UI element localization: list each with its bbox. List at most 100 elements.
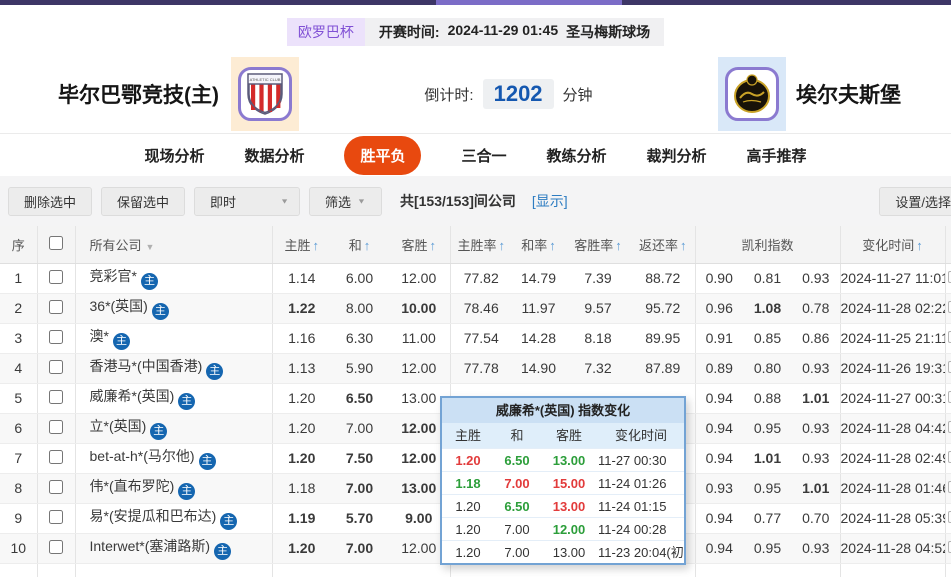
delete-selected-button[interactable]: 删除选中 bbox=[8, 187, 92, 216]
home-odds[interactable]: 1.20 bbox=[272, 533, 331, 563]
table-header-row: 序 所有公司▼ 主胜↑ 和↑ 客胜↑ 主胜率↑ 和率↑ 客胜率↑ 返还率↑ 凯利… bbox=[0, 226, 951, 263]
company-name[interactable]: 澳*主 bbox=[75, 323, 272, 353]
draw-odds[interactable]: 7.50 bbox=[331, 443, 388, 473]
kelly-home: 0.94 bbox=[695, 503, 743, 533]
row-checkbox[interactable] bbox=[49, 540, 63, 554]
sort-up-icon: ↑ bbox=[549, 238, 556, 253]
company-name[interactable]: 香港马*(中国香港)主 bbox=[75, 353, 272, 383]
trend-chart-icon[interactable] bbox=[945, 383, 951, 413]
trend-chart-icon[interactable] bbox=[945, 413, 951, 443]
popup-home-odds: 1.20 bbox=[442, 449, 494, 471]
away-rate: 9.57 bbox=[565, 293, 631, 323]
home-odds[interactable]: 1.14 bbox=[272, 263, 331, 293]
nav-tab-2[interactable]: 胜平负 bbox=[344, 136, 421, 175]
settings-button[interactable]: 设置/选择 bbox=[879, 187, 951, 216]
home-odds[interactable]: 1.19 bbox=[272, 503, 331, 533]
draw-odds[interactable]: 7.00 bbox=[331, 413, 388, 443]
home-badge-icon: 主 bbox=[206, 363, 223, 380]
home-odds[interactable]: 1.18 bbox=[272, 473, 331, 503]
company-name[interactable]: 威廉希*(英国)主 bbox=[75, 383, 272, 413]
company-name[interactable]: 竞彩官*主 bbox=[75, 263, 272, 293]
payout-rate: 87.89 bbox=[631, 353, 695, 383]
home-odds[interactable]: 1.22 bbox=[272, 293, 331, 323]
away-odds[interactable]: 12.00 bbox=[388, 353, 450, 383]
draw-odds[interactable]: 7.00 bbox=[331, 533, 388, 563]
row-checkbox[interactable] bbox=[49, 450, 63, 464]
company-name[interactable]: 立*(英国)主 bbox=[75, 413, 272, 443]
row-checkbox[interactable] bbox=[49, 480, 63, 494]
kelly-draw: 1.08 bbox=[743, 293, 792, 323]
filter-button[interactable]: 筛选 ▼ bbox=[309, 187, 382, 216]
select-all-checkbox[interactable] bbox=[49, 236, 63, 250]
popup-col-away: 客胜 bbox=[540, 423, 598, 448]
col-header-away[interactable]: 客胜↑ bbox=[388, 226, 450, 263]
popup-change-time: 11-24 00:28 bbox=[598, 518, 684, 540]
trend-chart-icon[interactable] bbox=[945, 353, 951, 383]
instant-select[interactable]: 即时 ▼ bbox=[194, 187, 300, 216]
league-badge[interactable]: 欧罗巴杯 bbox=[287, 18, 365, 46]
kelly-away: 1.01 bbox=[792, 383, 840, 413]
home-odds[interactable]: 1.20 bbox=[272, 413, 331, 443]
col-header-time[interactable]: 变化时间↑ bbox=[840, 226, 945, 263]
col-header-company[interactable]: 所有公司▼ bbox=[75, 226, 272, 263]
top-progress-thumb[interactable] bbox=[436, 0, 622, 5]
kickoff-label: 开赛时间: bbox=[379, 22, 440, 42]
col-header-draw-rate[interactable]: 和率↑ bbox=[512, 226, 565, 263]
nav-tab-6[interactable]: 高手推荐 bbox=[747, 145, 807, 166]
draw-odds[interactable]: 7.00 bbox=[331, 473, 388, 503]
col-header-no: 序 bbox=[0, 226, 37, 263]
keep-selected-button[interactable]: 保留选中 bbox=[101, 187, 185, 216]
trend-chart-icon[interactable] bbox=[945, 323, 951, 353]
col-header-away-rate[interactable]: 客胜率↑ bbox=[565, 226, 631, 263]
popup-home-odds: 1.20 bbox=[442, 518, 494, 540]
col-header-actions bbox=[945, 226, 951, 263]
nav-tab-5[interactable]: 裁判分析 bbox=[647, 145, 707, 166]
trend-chart-icon[interactable] bbox=[945, 263, 951, 293]
row-checkbox[interactable] bbox=[49, 360, 63, 374]
company-name[interactable]: 36*(英国)主 bbox=[75, 293, 272, 323]
table-row-partial bbox=[0, 563, 951, 577]
row-checkbox[interactable] bbox=[49, 300, 63, 314]
draw-odds[interactable]: 6.30 bbox=[331, 323, 388, 353]
draw-odds[interactable]: 8.00 bbox=[331, 293, 388, 323]
company-name[interactable]: bet-at-h*(马尔他)主 bbox=[75, 443, 272, 473]
draw-odds[interactable]: 6.00 bbox=[331, 263, 388, 293]
home-odds[interactable]: 1.16 bbox=[272, 323, 331, 353]
away-odds[interactable]: 12.00 bbox=[388, 263, 450, 293]
row-number: 10 bbox=[0, 533, 37, 563]
home-odds[interactable]: 1.20 bbox=[272, 443, 331, 473]
draw-odds[interactable]: 6.50 bbox=[331, 383, 388, 413]
company-name[interactable]: 伟*(直布罗陀)主 bbox=[75, 473, 272, 503]
away-odds[interactable]: 11.00 bbox=[388, 323, 450, 353]
home-odds[interactable]: 1.20 bbox=[272, 383, 331, 413]
show-link[interactable]: [显示] bbox=[532, 191, 568, 211]
trend-chart-icon[interactable] bbox=[945, 533, 951, 563]
home-odds[interactable]: 1.13 bbox=[272, 353, 331, 383]
col-header-home[interactable]: 主胜↑ bbox=[272, 226, 331, 263]
trend-chart-icon[interactable] bbox=[945, 503, 951, 533]
nav-tab-0[interactable]: 现场分析 bbox=[144, 145, 204, 166]
col-header-payout[interactable]: 返还率↑ bbox=[631, 226, 695, 263]
trend-chart-icon[interactable] bbox=[945, 293, 951, 323]
draw-odds[interactable]: 5.90 bbox=[331, 353, 388, 383]
row-checkbox[interactable] bbox=[49, 420, 63, 434]
row-checkbox[interactable] bbox=[49, 330, 63, 344]
row-checkbox[interactable] bbox=[49, 390, 63, 404]
nav-tab-1[interactable]: 数据分析 bbox=[244, 145, 304, 166]
col-header-home-rate[interactable]: 主胜率↑ bbox=[450, 226, 512, 263]
away-odds[interactable]: 10.00 bbox=[388, 293, 450, 323]
col-header-draw[interactable]: 和↑ bbox=[331, 226, 388, 263]
company-name[interactable]: Interwet*(塞浦路斯)主 bbox=[75, 533, 272, 563]
trend-chart-icon[interactable] bbox=[945, 443, 951, 473]
row-checkbox[interactable] bbox=[49, 270, 63, 284]
draw-odds[interactable]: 5.70 bbox=[331, 503, 388, 533]
change-time: 2024-11-28 02:22 bbox=[840, 293, 945, 323]
home-badge-icon: 主 bbox=[141, 273, 158, 290]
change-time: 2024-11-28 04:42 bbox=[840, 413, 945, 443]
trend-chart-icon[interactable] bbox=[945, 473, 951, 503]
nav-tab-4[interactable]: 教练分析 bbox=[547, 145, 607, 166]
kelly-draw: 0.85 bbox=[743, 323, 792, 353]
nav-tab-3[interactable]: 三合一 bbox=[461, 145, 506, 166]
company-name[interactable]: 易*(安提瓜和巴布达)主 bbox=[75, 503, 272, 533]
row-checkbox[interactable] bbox=[49, 510, 63, 524]
